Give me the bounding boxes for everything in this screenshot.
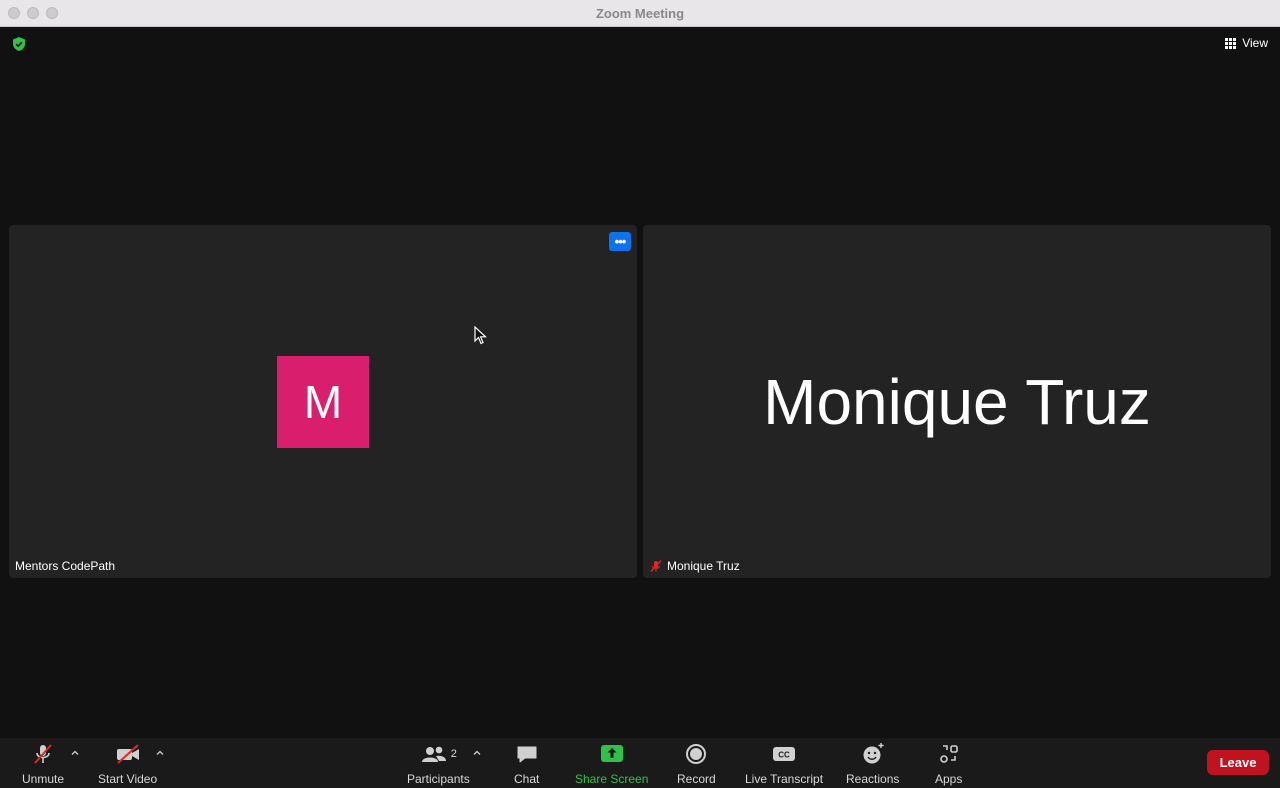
chat-icon xyxy=(515,742,539,766)
share-screen-button[interactable]: Share Screen xyxy=(575,742,648,786)
participants-count: 2 xyxy=(450,748,457,760)
participant-name-label: Monique Truz xyxy=(649,559,740,573)
leave-button[interactable]: Leave xyxy=(1207,750,1269,775)
participant-display-name: Monique Truz xyxy=(763,366,1151,438)
live-transcript-label: Live Transcript xyxy=(745,772,824,786)
more-options-button[interactable]: ••• xyxy=(609,232,631,251)
participants-button[interactable]: 2 Participants xyxy=(407,742,470,786)
avatar: M xyxy=(277,356,369,448)
start-video-button[interactable]: Start Video xyxy=(98,742,157,786)
participants-icon xyxy=(421,746,446,762)
record-icon xyxy=(684,742,708,766)
window-titlebar: Zoom Meeting xyxy=(0,0,1280,27)
share-screen-icon xyxy=(600,742,624,766)
reactions-smiley-icon xyxy=(861,742,885,766)
participant-name-label: Mentors CodePath xyxy=(15,559,115,573)
participant-name: Mentors CodePath xyxy=(15,559,116,573)
record-button[interactable]: Record xyxy=(677,742,716,786)
security-shield-icon[interactable] xyxy=(11,36,27,52)
unmute-label: Unmute xyxy=(22,772,65,786)
participant-tile-monique[interactable]: Monique Truz Monique Truz xyxy=(643,225,1271,578)
reactions-label: Reactions xyxy=(846,772,900,786)
share-screen-label: Share Screen xyxy=(575,772,649,786)
mouse-pointer-icon xyxy=(474,326,488,345)
muted-mic-icon xyxy=(650,560,662,572)
meeting-area: View ••• M Mentors CodePath Monique Truz… xyxy=(0,27,1280,738)
grid-view-icon xyxy=(1225,37,1237,49)
chat-label: Chat xyxy=(514,772,540,786)
video-off-icon xyxy=(114,742,142,766)
meeting-toolbar: Unmute Start Video 2 Participants Chat S… xyxy=(0,738,1280,788)
view-label: View xyxy=(1242,36,1268,50)
participant-tile-mentors[interactable]: ••• M Mentors CodePath xyxy=(9,225,637,578)
audio-options-chevron-icon[interactable] xyxy=(70,748,80,758)
svg-text:CC: CC xyxy=(778,751,790,760)
apps-button[interactable]: Apps xyxy=(935,742,962,786)
participants-icon-group: 2 xyxy=(420,742,457,766)
participants-options-chevron-icon[interactable] xyxy=(472,748,482,758)
start-video-label: Start Video xyxy=(98,772,158,786)
reactions-button[interactable]: Reactions xyxy=(846,742,899,786)
chat-button[interactable]: Chat xyxy=(514,742,539,786)
record-label: Record xyxy=(677,772,716,786)
apps-label: Apps xyxy=(935,772,963,786)
closed-captions-icon: CC xyxy=(771,742,797,766)
view-button[interactable]: View xyxy=(1225,36,1268,50)
participants-label: Participants xyxy=(407,772,470,786)
muted-mic-icon xyxy=(31,742,55,766)
live-transcript-button[interactable]: CC Live Transcript xyxy=(745,742,823,786)
window-title: Zoom Meeting xyxy=(595,6,685,21)
unmute-button[interactable]: Unmute xyxy=(22,742,64,786)
video-options-chevron-icon[interactable] xyxy=(155,748,165,758)
participant-name: Monique Truz xyxy=(667,559,740,573)
apps-icon xyxy=(937,742,961,766)
